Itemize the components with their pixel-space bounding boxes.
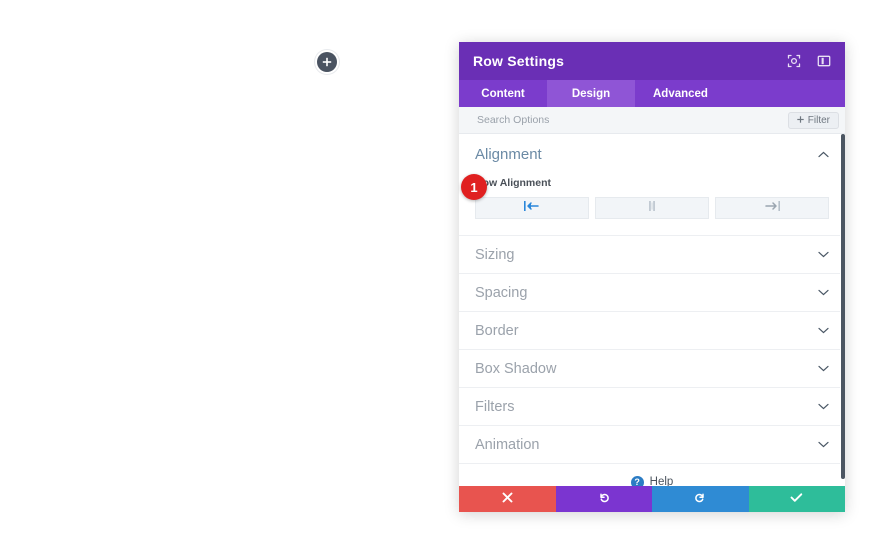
align-left-icon: [523, 199, 541, 217]
search-bar: Filter: [459, 107, 845, 134]
undo-button[interactable]: [555, 486, 652, 512]
section-alignment-header[interactable]: Alignment: [475, 146, 829, 163]
section-filters[interactable]: Filters: [459, 388, 845, 426]
editor-canvas: Row Settings Content Design Advanced Sea…: [0, 0, 880, 552]
section-box-shadow[interactable]: Box Shadow: [459, 350, 845, 388]
chevron-down-icon[interactable]: [817, 439, 829, 451]
redo-button[interactable]: [652, 486, 749, 512]
redo-arrow-icon: [694, 490, 706, 508]
add-row-button[interactable]: [317, 52, 337, 72]
chevron-down-icon[interactable]: [817, 325, 829, 337]
help-label: Help: [649, 476, 674, 486]
panel-action-bar: [459, 486, 845, 512]
close-x-icon: [502, 490, 513, 508]
step-number-badge: 1: [461, 174, 487, 200]
tab-content[interactable]: Content: [459, 80, 547, 107]
section-animation-label: Animation: [475, 436, 540, 453]
chevron-down-icon[interactable]: [817, 363, 829, 375]
filter-button[interactable]: Filter: [787, 111, 839, 129]
help-button[interactable]: ? Help: [459, 464, 845, 486]
section-alignment-title: Alignment: [475, 146, 542, 163]
align-left-button[interactable]: [475, 197, 589, 219]
plus-icon: [797, 115, 804, 126]
row-settings-panel: Row Settings Content Design Advanced Sea…: [459, 42, 845, 512]
section-animation[interactable]: Animation: [459, 426, 845, 464]
section-box-shadow-label: Box Shadow: [475, 360, 557, 377]
section-sizing-label: Sizing: [475, 246, 515, 263]
section-border-label: Border: [475, 322, 519, 339]
section-border[interactable]: Border: [459, 312, 845, 350]
chevron-down-icon[interactable]: [817, 401, 829, 413]
undo-arrow-icon: [598, 490, 610, 508]
plus-icon: [322, 57, 332, 67]
checkmark-icon: [790, 490, 803, 508]
save-button[interactable]: [748, 486, 845, 512]
panel-header-icons: [787, 54, 831, 68]
filter-button-label: Filter: [807, 114, 830, 126]
section-spacing-label: Spacing: [475, 284, 528, 301]
question-mark-icon: ?: [630, 475, 644, 486]
section-spacing[interactable]: Spacing: [459, 274, 845, 312]
section-sizing[interactable]: Sizing: [459, 236, 845, 274]
panel-tabs: Content Design Advanced: [459, 80, 845, 107]
page-title: Row Settings: [473, 53, 565, 69]
tab-design[interactable]: Design: [547, 80, 635, 107]
row-alignment-label: Row Alignment: [475, 177, 552, 189]
focus-target-icon[interactable]: [787, 54, 801, 68]
align-right-button[interactable]: [715, 197, 829, 219]
panel-body: Alignment Row Alignment Sizing Spacing B…: [459, 134, 845, 486]
row-alignment-group: [475, 197, 829, 219]
section-alignment: Alignment Row Alignment: [459, 134, 845, 236]
chevron-up-icon[interactable]: [817, 149, 829, 161]
panel-layout-icon[interactable]: [817, 54, 831, 68]
align-center-icon: [643, 199, 661, 217]
chevron-down-icon[interactable]: [817, 249, 829, 261]
panel-header: Row Settings: [459, 42, 845, 80]
search-input[interactable]: [475, 113, 788, 127]
cancel-button[interactable]: [459, 486, 556, 512]
chevron-down-icon[interactable]: [817, 287, 829, 299]
panel-scrollbar-thumb[interactable]: [841, 134, 845, 479]
section-filters-label: Filters: [475, 398, 515, 415]
panel-scrollbar[interactable]: [840, 134, 845, 486]
tab-advanced[interactable]: Advanced: [635, 80, 726, 107]
align-center-button[interactable]: [595, 197, 709, 219]
align-right-icon: [763, 199, 781, 217]
